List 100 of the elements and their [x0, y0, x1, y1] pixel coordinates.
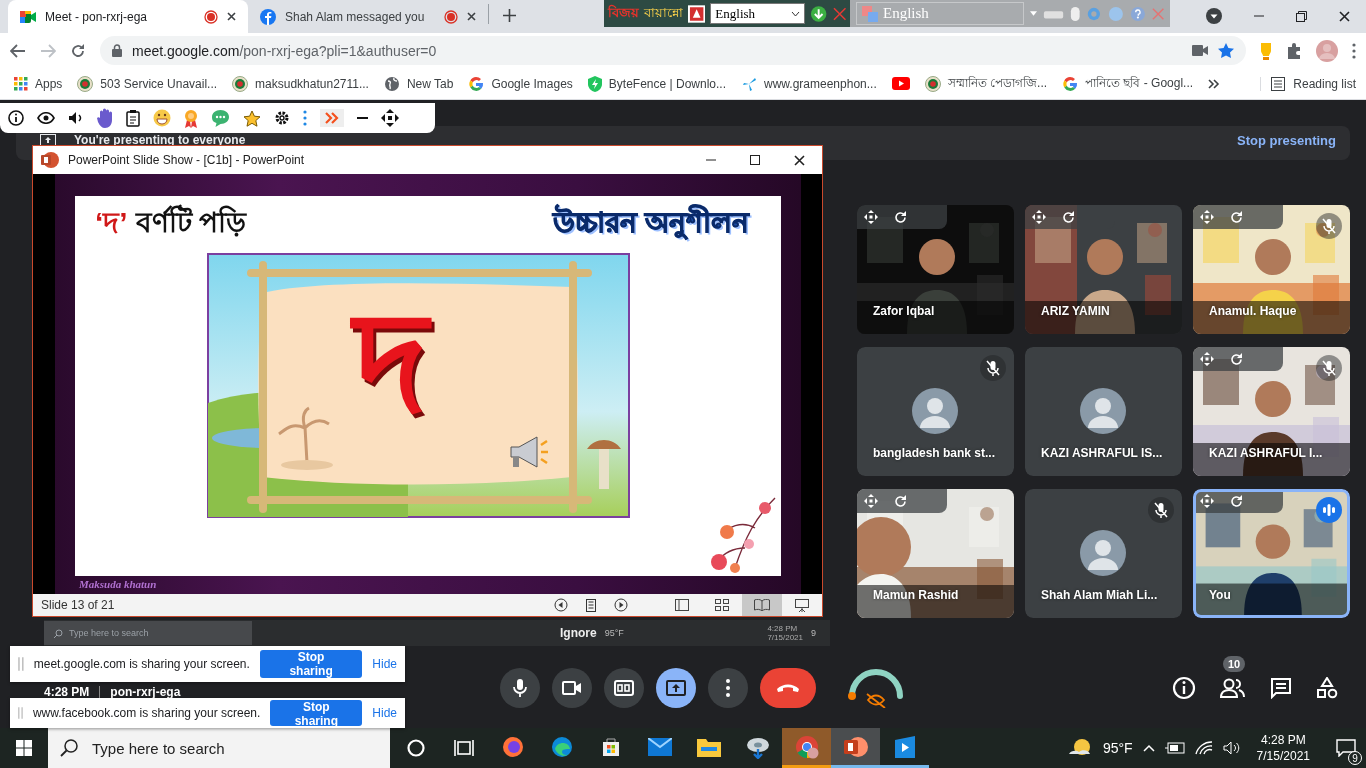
captions-icon [614, 680, 634, 696]
wifi-icon[interactable] [1194, 741, 1213, 755]
notes-icon[interactable] [586, 598, 596, 612]
back-icon[interactable] [10, 43, 26, 58]
hide-link[interactable]: Hide [372, 657, 397, 671]
bookmark[interactable]: ByteFence | Downlo... [587, 75, 726, 92]
book-icon [754, 599, 770, 611]
maximize-icon[interactable] [750, 154, 760, 165]
refresh-icon[interactable] [894, 210, 907, 224]
more-button[interactable] [708, 668, 748, 708]
temperature: 95°F [604, 628, 624, 638]
star-icon[interactable] [1218, 42, 1234, 59]
stop-presenting-button[interactable]: Stop presenting [1237, 134, 1336, 148]
search-field[interactable]: Type here to search [48, 728, 390, 768]
search-icon [60, 739, 78, 757]
clipboard-icon[interactable] [126, 109, 140, 127]
close-icon[interactable] [227, 12, 236, 21]
taskbar-app[interactable] [831, 728, 880, 768]
minimize-icon[interactable] [357, 116, 368, 120]
refresh-icon[interactable] [1230, 494, 1243, 508]
browser-tab[interactable]: Shah Alam messaged you [248, 0, 488, 33]
captions-button[interactable] [604, 668, 644, 708]
hand-icon[interactable] [97, 108, 113, 128]
menu-icon[interactable] [1352, 42, 1356, 59]
move-icon[interactable] [864, 210, 878, 224]
extensions-icon[interactable] [1286, 42, 1302, 59]
next-icon[interactable] [614, 598, 628, 612]
download-icon[interactable] [810, 4, 828, 23]
layout-dropdown[interactable]: English [710, 3, 806, 24]
refresh-icon[interactable] [1230, 210, 1243, 224]
address-bar[interactable]: meet.google.com/pon-rxrj-ega?pli=1&authuser=0 [100, 36, 1246, 65]
settings-icon[interactable] [274, 110, 290, 126]
bookmark[interactable]: maksudkhatun2711... [232, 75, 369, 92]
avatar-icon [1080, 388, 1126, 434]
bookmark[interactable]: New Tab [383, 75, 454, 92]
refresh-icon[interactable] [1062, 210, 1075, 224]
search-icon [54, 628, 63, 638]
restore-icon[interactable] [1296, 10, 1307, 22]
present-button[interactable] [656, 668, 696, 708]
task-view-icon[interactable] [454, 739, 474, 757]
emoji-icon[interactable] [153, 109, 171, 127]
bookmark[interactable]: 503 Service Unavail... [77, 75, 218, 92]
hang-up-button[interactable] [760, 668, 816, 708]
volume-icon[interactable] [1222, 741, 1241, 755]
camera-icon[interactable] [1192, 45, 1208, 56]
stop-sharing-button[interactable]: Stop sharing [259, 650, 363, 678]
participant-name: Shah Alam Miah Li... [1041, 588, 1158, 602]
grip-icon[interactable] [18, 706, 23, 720]
speaker-icon[interactable] [68, 111, 84, 125]
notification-count: 9 [1348, 751, 1362, 765]
star-icon[interactable] [243, 109, 261, 127]
eye-icon[interactable] [37, 112, 55, 124]
browser-tab[interactable]: Meet - pon-rxrj-ega [8, 0, 248, 33]
close-icon[interactable] [467, 12, 476, 21]
reload-icon[interactable] [70, 42, 86, 59]
hide-link[interactable]: Hide [372, 706, 397, 720]
dropdown-icon[interactable] [1206, 8, 1222, 24]
move-icon[interactable] [1032, 210, 1046, 224]
bookmark[interactable]: www.grameenphon... [741, 75, 877, 92]
bookmark[interactable]: সম্মানিত পেডাগজি... [924, 73, 1048, 94]
windows-icon[interactable] [16, 740, 32, 756]
sharing-message: meet.google.com is sharing your screen. [33, 657, 250, 671]
refresh-icon[interactable] [894, 494, 907, 508]
folder-icon [696, 736, 721, 757]
new-tab-icon[interactable] [503, 8, 516, 22]
cortana-icon[interactable] [407, 739, 425, 757]
activities-icon[interactable] [1316, 677, 1338, 699]
mic-button[interactable] [500, 668, 540, 708]
people-icon[interactable] [1220, 678, 1246, 698]
info-icon[interactable] [8, 110, 24, 126]
chat-icon[interactable] [1270, 677, 1292, 699]
view-button[interactable] [742, 594, 782, 616]
reading-list-button[interactable]: Reading list [1260, 76, 1356, 91]
bookmark[interactable]: Apps [14, 76, 63, 91]
move-icon[interactable] [1200, 494, 1214, 508]
camera-button[interactable] [552, 668, 592, 708]
battery-icon[interactable] [1164, 742, 1185, 754]
move-icon[interactable] [381, 109, 399, 127]
chevron-up-icon[interactable] [1142, 744, 1155, 752]
participant-name: Mamun Rashid [873, 588, 959, 602]
expand-button[interactable] [320, 109, 344, 127]
close-icon[interactable] [1339, 10, 1350, 22]
app-name: বায়ান্নো [644, 4, 683, 22]
more-bookmarks-icon[interactable] [1208, 78, 1221, 89]
bookmark[interactable]: Google Images [468, 75, 573, 92]
move-icon[interactable] [1200, 352, 1214, 366]
refresh-icon[interactable] [1230, 352, 1243, 366]
bookmark[interactable] [891, 77, 910, 90]
clock-time: 4:28 PM [767, 624, 799, 633]
close-icon[interactable] [794, 154, 805, 166]
grip-icon[interactable] [18, 657, 24, 671]
more-icon[interactable] [303, 110, 307, 126]
award-icon[interactable] [184, 108, 198, 128]
bulb-icon[interactable] [1260, 41, 1272, 60]
hang-up-icon [776, 683, 800, 693]
clock-time: 4:28 PM [1260, 732, 1306, 748]
previous-icon[interactable] [554, 598, 568, 612]
participant-name: Anamul. Haque [1209, 304, 1297, 318]
stop-sharing-button[interactable]: Stop sharing [270, 700, 363, 726]
bookmark[interactable]: পানিতে ছবি - Googl... [1062, 73, 1194, 94]
